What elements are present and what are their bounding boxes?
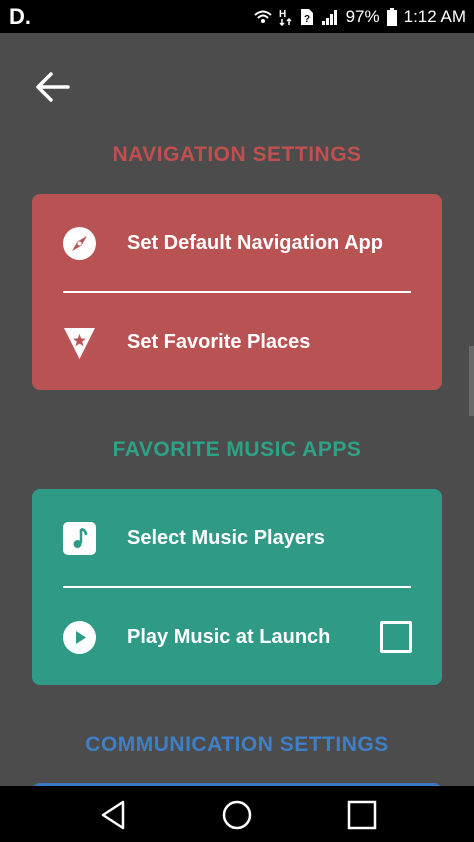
home-circle-icon[interactable] — [220, 798, 254, 832]
svg-text:H: H — [279, 9, 286, 20]
scrollbar[interactable] — [469, 346, 474, 416]
clock: 1:12 AM — [403, 7, 466, 26]
section-title-music: FAVORITE MUSIC APPS — [112, 438, 362, 461]
set-default-navigation-app-label: Set Default Navigation App — [127, 232, 383, 254]
back-triangle-icon[interactable] — [97, 798, 131, 832]
select-music-players-row[interactable]: Select Music Players — [32, 489, 442, 587]
status-icons: H ? 97% 1:12 AM — [253, 7, 466, 27]
wifi-icon — [253, 10, 272, 23]
music-card: Select Music Players Play Music at Launc… — [32, 489, 442, 685]
battery-percent: 97% — [345, 7, 380, 26]
music-note-icon — [63, 522, 96, 555]
play-music-at-launch-row[interactable]: Play Music at Launch — [32, 588, 442, 686]
play-music-at-launch-label: Play Music at Launch — [127, 626, 331, 648]
navigation-card: Set Default Navigation App Set Favorite … — [32, 194, 442, 390]
section-title-navigation: NAVIGATION SETTINGS — [112, 143, 362, 166]
battery-icon — [386, 8, 397, 26]
no-sim-icon: ? — [300, 9, 313, 25]
svg-text:?: ? — [304, 14, 310, 25]
data-arrows-icon: H — [279, 9, 292, 26]
star-pin-icon — [64, 328, 95, 359]
select-music-players-label: Select Music Players — [127, 527, 325, 549]
compass-icon — [63, 227, 96, 260]
status-bar: D. H ? 97% 1:12 AM — [0, 0, 474, 33]
app-logo: D. — [9, 4, 31, 29]
set-favorite-places-row[interactable]: Set Favorite Places — [32, 293, 442, 391]
set-default-navigation-app-row[interactable]: Set Default Navigation App — [32, 194, 442, 292]
signal-icon — [321, 10, 337, 25]
section-title-communication: COMMUNICATION SETTINGS — [85, 733, 389, 756]
play-icon — [63, 621, 96, 654]
recents-square-icon[interactable] — [345, 798, 379, 832]
set-favorite-places-label: Set Favorite Places — [127, 331, 311, 353]
play-music-at-launch-checkbox[interactable] — [380, 621, 412, 653]
system-nav-bar — [0, 786, 474, 842]
arrow-left-icon[interactable] — [34, 68, 72, 106]
